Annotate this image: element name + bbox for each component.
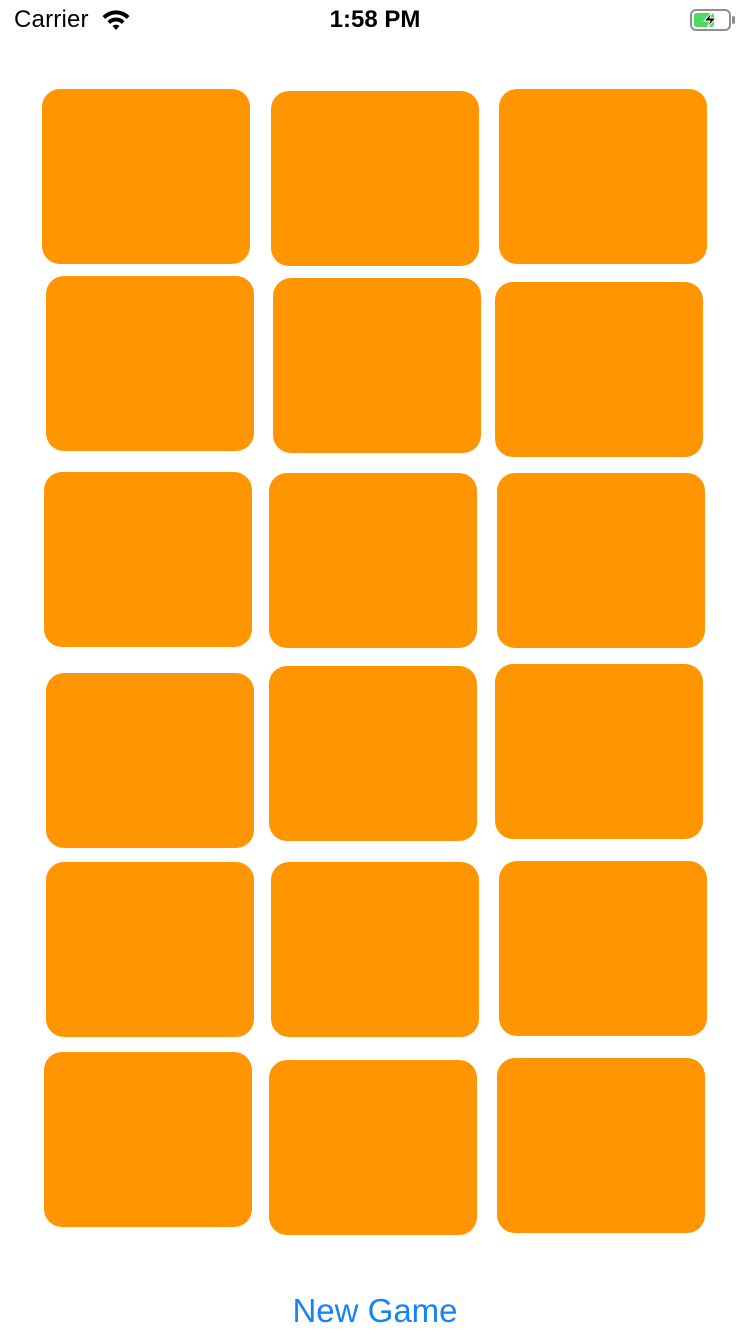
card[interactable] <box>499 861 707 1036</box>
new-game-button[interactable]: New Game <box>0 1292 750 1330</box>
card[interactable] <box>497 1058 705 1233</box>
card[interactable] <box>495 664 703 839</box>
card[interactable] <box>44 1052 252 1227</box>
status-time: 1:58 PM <box>329 6 421 33</box>
status-bar: Carrier 1:58 PM <box>0 0 750 40</box>
card[interactable] <box>273 278 481 453</box>
card[interactable] <box>46 673 254 848</box>
card[interactable] <box>46 862 254 1037</box>
card[interactable] <box>269 666 477 841</box>
app-screen: Carrier 1:58 PM New Game <box>0 0 750 1334</box>
card[interactable] <box>44 472 252 647</box>
card[interactable] <box>46 276 254 451</box>
card[interactable] <box>42 89 250 264</box>
card[interactable] <box>271 862 479 1037</box>
card[interactable] <box>495 282 703 457</box>
battery-charging-icon <box>690 9 735 31</box>
card[interactable] <box>497 473 705 648</box>
card[interactable] <box>269 1060 477 1235</box>
card[interactable] <box>269 473 477 648</box>
card[interactable] <box>499 89 707 264</box>
card[interactable] <box>271 91 479 266</box>
